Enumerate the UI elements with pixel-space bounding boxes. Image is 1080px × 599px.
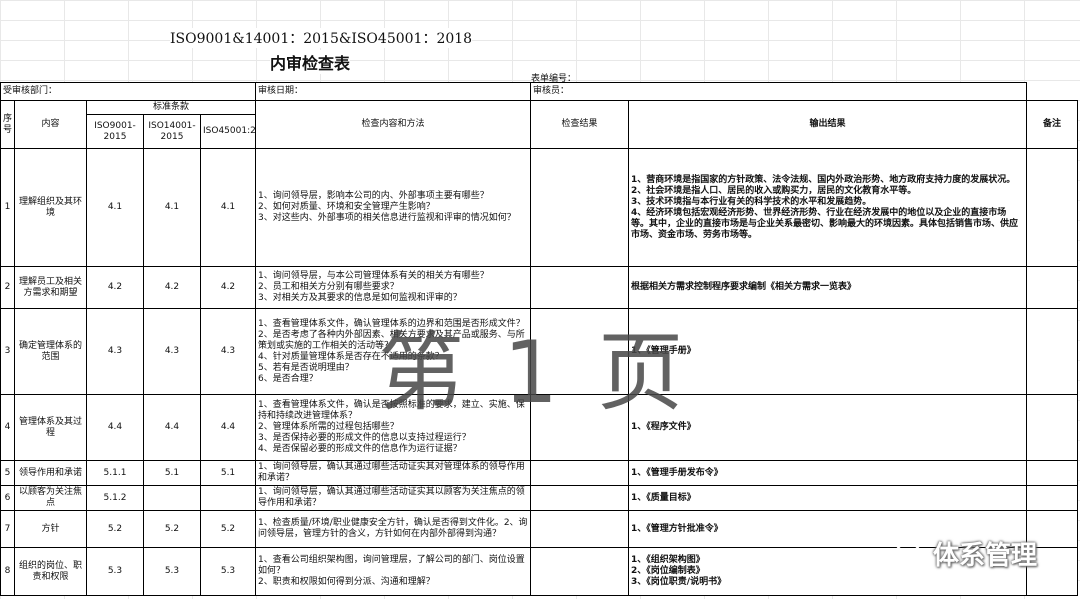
row-content-cell[interactable]: 组织的岗位、职责和权限: [14, 547, 87, 596]
row-method-cell[interactable]: 1、查看管理体系文件，确认是否按照标准的要求，建立、实施、保持和持续改进管理体系…: [255, 394, 532, 461]
brand-name: 体系管理: [933, 541, 1038, 571]
header-row-1: 序号 内容 标准条款 检查内容和方法 检查结果 输出结果 备注: [0, 100, 1079, 149]
check-method-header: 检查内容和方法: [255, 100, 532, 149]
row-output-cell[interactable]: 1、《质量目标》: [628, 485, 1028, 511]
iso45001-header: ISO45001:2018: [199, 114, 257, 149]
row-seq-cell[interactable]: 4: [0, 394, 15, 461]
audited-dept-cell[interactable]: 受审核部门：: [0, 82, 257, 101]
row-content-cell[interactable]: 管理体系及其过程: [14, 394, 87, 461]
table-row: 5 领导作用和承诺 5.1.1 5.1 5.1 1、询问领导层，确认其通过哪些活动证实其对…: [0, 460, 1079, 486]
row-iso14001-cell[interactable]: [143, 485, 201, 511]
row-content-cell[interactable]: 确定管理体系的范围: [14, 308, 87, 395]
document-subtitle: 内审检查表: [270, 50, 351, 74]
table-row: 1 理解组织及其环境 4.1 4.1 4.1 1、询问领导层，影响本公司的内、外部事项主要…: [0, 148, 1079, 267]
row-remarks-cell[interactable]: [1026, 148, 1079, 267]
row-seq-cell[interactable]: 8: [0, 547, 15, 596]
row-check-result-cell[interactable]: [530, 308, 630, 395]
row-content-cell[interactable]: 领导作用和承诺: [14, 460, 87, 486]
row-output-cell[interactable]: 1、《程序文件》: [628, 394, 1028, 461]
row-content-cell[interactable]: 理解员工及相关方需求和期望: [14, 266, 87, 309]
row-remarks-cell[interactable]: [1026, 308, 1079, 395]
row-iso45001-cell[interactable]: 4.3: [199, 308, 257, 395]
row-iso45001-cell[interactable]: 5.2: [199, 510, 257, 548]
iso9001-header: ISO9001-2015: [86, 114, 144, 149]
check-result-header: 检查结果: [530, 100, 630, 149]
row-remarks-cell[interactable]: [1026, 394, 1079, 461]
row-seq-cell[interactable]: 2: [0, 266, 15, 309]
row-iso45001-cell[interactable]: 4.1: [199, 148, 257, 267]
info-row: 受审核部门： 审核日期： 审核员：: [0, 82, 1078, 101]
row-check-result-cell[interactable]: [530, 460, 630, 486]
row-iso45001-cell[interactable]: 4.2: [199, 266, 257, 309]
row-iso45001-cell[interactable]: 5.3: [199, 547, 257, 596]
audit-checklist-table: 受审核部门： 审核日期： 审核员： 序号 内容 标准条款 检查内容和方法 检查结…: [0, 82, 1079, 596]
row-iso14001-cell[interactable]: 4.2: [143, 266, 201, 309]
document-title: ISO9001&14001：2015&ISO45001：2018: [170, 28, 473, 48]
row-iso14001-cell[interactable]: 5.3: [143, 547, 201, 596]
row-iso14001-cell[interactable]: 5.1: [143, 460, 201, 486]
row-method-cell[interactable]: 1、询问领导层，确认其通过哪些活动证实其对管理体系的领导作用和承诺？: [255, 460, 532, 486]
remarks-header: 备注: [1026, 100, 1079, 149]
row-remarks-cell[interactable]: [1026, 266, 1079, 309]
row-method-cell[interactable]: 1、询问领导层，与本公司管理体系有关的相关方有哪些？ 2、员工和相关方分别有哪些…: [255, 266, 532, 309]
row-iso9001-cell[interactable]: 5.2: [86, 510, 144, 548]
row-iso9001-cell[interactable]: 4.1: [86, 148, 144, 267]
row-iso45001-cell[interactable]: [199, 485, 257, 511]
row-iso9001-cell[interactable]: 5.3: [86, 547, 144, 596]
row-check-result-cell[interactable]: [530, 485, 630, 511]
row-iso9001-cell[interactable]: 5.1.2: [86, 485, 144, 511]
wechat-icon: [895, 541, 928, 566]
row-seq-cell[interactable]: 3: [0, 308, 15, 395]
row-check-result-cell[interactable]: [530, 266, 630, 309]
row-iso45001-cell[interactable]: 4.4: [199, 394, 257, 461]
row-iso14001-cell[interactable]: 4.4: [143, 394, 201, 461]
row-method-cell[interactable]: 1、询问领导层，确认其通过哪些活动证实其以顾客为关注焦点的领导作用和承诺？: [255, 485, 532, 511]
row-seq-cell[interactable]: 5: [0, 460, 15, 486]
row-check-result-cell[interactable]: [530, 510, 630, 548]
table-row: 4 管理体系及其过程 4.4 4.4 4.4 1、查看管理体系文件，确认是否按照标准的要求…: [0, 394, 1079, 461]
row-output-cell[interactable]: 1、《管理手册发布令》: [628, 460, 1028, 486]
row-iso9001-cell[interactable]: 4.3: [86, 308, 144, 395]
row-method-cell[interactable]: 1、检查质量/环境/职业健康安全方针，确认是否得到文件化。2、询问领导层，管理方…: [255, 510, 532, 548]
row-seq-cell[interactable]: 1: [0, 148, 15, 267]
standard-clauses-header: 标准条款: [85, 100, 257, 115]
row-output-cell[interactable]: 1、《管理手册》: [628, 308, 1028, 395]
row-iso9001-cell[interactable]: 4.4: [86, 394, 144, 461]
row-iso9001-cell[interactable]: 5.1.1: [86, 460, 144, 486]
row-iso9001-cell[interactable]: 4.2: [86, 266, 144, 309]
row-iso14001-cell[interactable]: 4.1: [143, 148, 201, 267]
auditor-cell[interactable]: 审核员：: [530, 82, 1028, 101]
table-row: 2 理解员工及相关方需求和期望 4.2 4.2 4.2 1、询问领导层，与本公司管理体系有…: [0, 266, 1079, 309]
row-remarks-cell[interactable]: [1026, 460, 1079, 486]
row-iso45001-cell[interactable]: 5.1: [199, 460, 257, 486]
row-content-cell[interactable]: 方针: [14, 510, 87, 548]
content-header: 内容: [14, 100, 87, 149]
output-result-header: 输出结果: [628, 100, 1028, 149]
row-method-cell[interactable]: 1、查看公司组织架构图，询问管理层，了解公司的部门、岗位设置如何？ 2、职责和权…: [255, 547, 532, 596]
audit-date-cell[interactable]: 审核日期：: [255, 82, 532, 101]
row-iso14001-cell[interactable]: 5.2: [143, 510, 201, 548]
row-method-cell[interactable]: 1、询问领导层，影响本公司的内、外部事项主要有哪些？ 2、如何对质量、环境和安全…: [255, 148, 532, 267]
row-iso14001-cell[interactable]: 4.3: [143, 308, 201, 395]
row-seq-cell[interactable]: 6: [0, 485, 15, 511]
brand-watermark: 体系管理: [895, 535, 1037, 572]
row-output-cell[interactable]: 根据相关方需求控制程序要求编制《相关方需求一览表》: [628, 266, 1028, 309]
row-check-result-cell[interactable]: [530, 394, 630, 461]
row-seq-cell[interactable]: 7: [0, 510, 15, 548]
row-method-cell[interactable]: 1、查看管理体系文件，确认管理体系的边界和范围是否形成文件？ 2、是否考虑了各种…: [255, 308, 532, 395]
table-row: 3 确定管理体系的范围 4.3 4.3 4.3 1、查看管理体系文件，确认管理体系的边界和…: [0, 308, 1079, 395]
row-content-cell[interactable]: 理解组织及其环境: [14, 148, 87, 267]
row-check-result-cell[interactable]: [530, 148, 630, 267]
row-output-cell[interactable]: 1、营商环境是指国家的方针政策、法令法规、国内外政治形势、地方政府支持力度的发展…: [628, 148, 1028, 267]
row-check-result-cell[interactable]: [530, 547, 630, 596]
row-content-cell[interactable]: 以顾客为关注焦点: [14, 485, 87, 511]
row-remarks-cell[interactable]: [1026, 485, 1079, 511]
table-row: 6 以顾客为关注焦点 5.1.2 1、询问领导层，确认其通过哪些活动证实其以顾客为关注…: [0, 485, 1079, 511]
iso14001-header: ISO14001-2015: [143, 114, 201, 149]
seq-header: 序号: [0, 100, 15, 149]
